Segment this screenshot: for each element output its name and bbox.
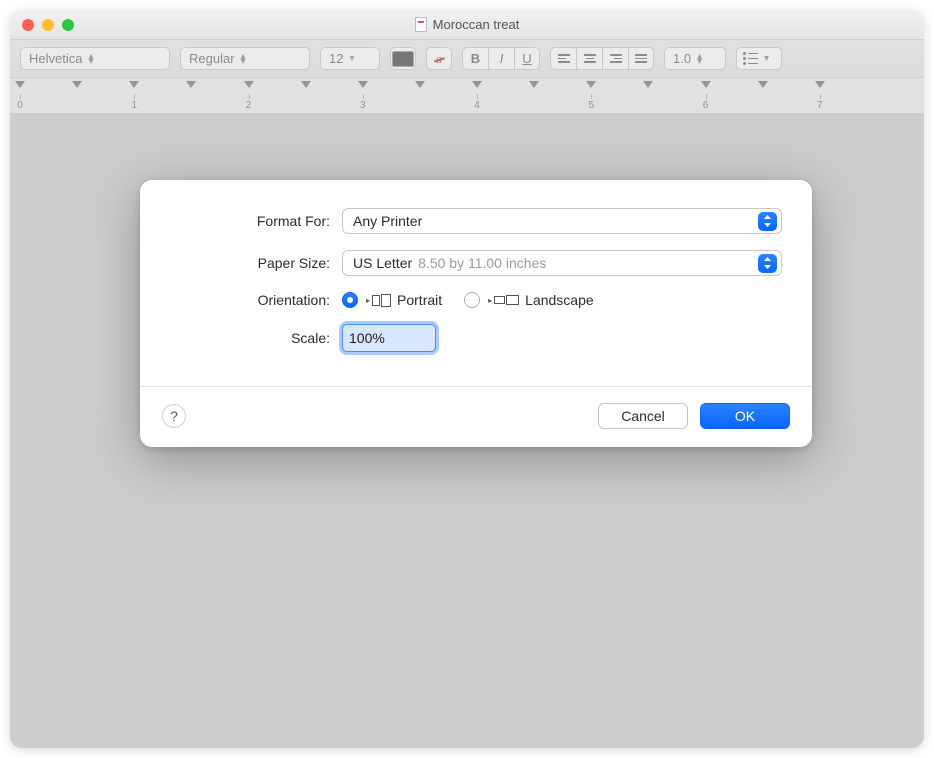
ok-button-label: OK [735,408,755,424]
portrait-icon: ▸ [366,294,391,307]
scale-input[interactable] [342,324,436,352]
cancel-button-label: Cancel [621,408,665,424]
titlebar: Moroccan treat [10,10,924,40]
paper-size-detail: 8.50 by 11.00 inches [418,255,546,271]
orientation-portrait-label: Portrait [397,292,442,308]
paper-size-value: US Letter [353,255,412,271]
zoom-window-button[interactable] [62,19,74,31]
popup-arrows-icon [758,254,777,273]
document-icon [415,17,427,32]
orientation-label: Orientation: [170,292,342,308]
orientation-portrait-radio[interactable]: ▸ Portrait [342,292,442,308]
page-setup-dialog: Format For: Any Printer Paper Size: US L… [140,180,812,447]
paper-size-popup[interactable]: US Letter 8.50 by 11.00 inches [342,250,782,276]
help-icon: ? [170,408,178,424]
app-window: Moroccan treat Helvetica ▴▾ Regular ▴▾ 1… [10,10,924,748]
help-button[interactable]: ? [162,404,186,428]
orientation-landscape-label: Landscape [525,292,594,308]
format-for-label: Format For: [170,213,342,229]
paper-size-label: Paper Size: [170,255,342,271]
radio-unselected-icon [464,292,480,308]
radio-selected-icon [342,292,358,308]
close-window-button[interactable] [22,19,34,31]
popup-arrows-icon [758,212,777,231]
orientation-landscape-radio[interactable]: ▸ Landscape [464,292,594,308]
landscape-icon: ▸ [488,295,519,305]
cancel-button[interactable]: Cancel [598,403,688,429]
window-title: Moroccan treat [433,17,520,32]
scale-label: Scale: [170,330,342,346]
ok-button[interactable]: OK [700,403,790,429]
format-for-popup[interactable]: Any Printer [342,208,782,234]
format-for-value: Any Printer [353,213,422,229]
window-controls [22,19,74,31]
minimize-window-button[interactable] [42,19,54,31]
